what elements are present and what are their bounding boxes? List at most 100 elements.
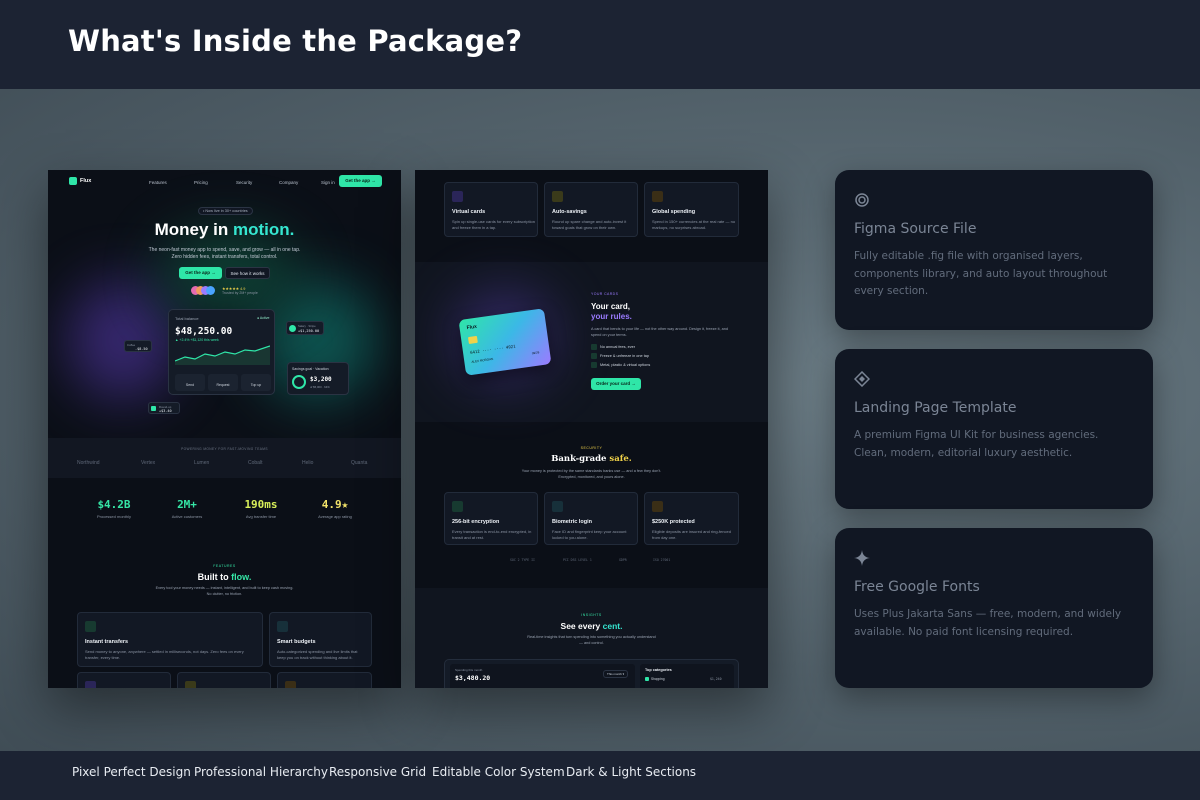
live-badge: • Now live in 30+ countries xyxy=(198,207,253,215)
card-auto-savings[interactable]: Auto-savings Round up spare change and a… xyxy=(544,182,638,237)
feature-color-system: Editable Color System xyxy=(432,765,565,779)
card-virtual-cards[interactable]: Virtual cards Spin up single-use cards f… xyxy=(444,182,538,237)
feature-bar: Pixel Perfect Design Professional Hierar… xyxy=(0,751,1200,800)
avatar-stack xyxy=(191,286,219,295)
card-protected[interactable]: $250K protected Eligible deposits are in… xyxy=(644,492,739,545)
landing-preview-sections[interactable]: Virtual cards Spin up single-use cards f… xyxy=(415,170,768,688)
clock-icon xyxy=(277,621,288,632)
balance-status: ● Active xyxy=(257,316,270,320)
card-title: Smart budgets xyxy=(277,639,316,645)
feature-hierarchy: Professional Hierarchy xyxy=(194,765,328,779)
order-card-button[interactable]: Order your card → xyxy=(591,378,641,390)
feature-pixel-perfect: Pixel Perfect Design xyxy=(72,765,191,779)
card-encryption[interactable]: 256-bit encryption Every transaction is … xyxy=(444,492,538,545)
logo-cobalt: Cobalt xyxy=(248,460,263,466)
info-title: Figma Source File xyxy=(854,221,977,237)
request-action[interactable]: Request xyxy=(208,374,238,391)
shield-icon xyxy=(652,501,663,512)
nav-pricing[interactable]: Pricing xyxy=(194,180,208,185)
header-bar: What's Inside the Package? xyxy=(0,0,1200,89)
features-sub-1: Every tool your money needs — instant, i… xyxy=(155,586,294,590)
security-sub-1: Your money is protected by the same stan… xyxy=(521,469,662,473)
card-title: Virtual cards xyxy=(452,209,486,215)
topup-action[interactable]: Top up xyxy=(241,374,271,391)
features-title: Built to flow. xyxy=(197,572,252,582)
cards-desc: A card that bends to your life — not the… xyxy=(591,327,728,337)
nav-company[interactable]: Company xyxy=(279,180,298,185)
see-how-button[interactable]: See how it works xyxy=(225,267,270,279)
lock-icon xyxy=(452,501,463,512)
balance-sparkline xyxy=(175,345,270,365)
goal-ring-icon xyxy=(292,375,306,389)
cards-section: Flux 6412 ···· ···· 4921 ALEX MORGAN 09/… xyxy=(415,262,768,422)
info-card-figma-source: Figma Source File Fully editable .fig fi… xyxy=(835,170,1153,330)
spending-value: $3,480.20 xyxy=(455,674,491,682)
features-sub-2: No clutter, no friction. xyxy=(206,592,243,596)
stat-transfer-label: Avg transfer time xyxy=(245,514,277,519)
insights-sub-1: Real-time insights that turn spending in… xyxy=(527,635,656,639)
card-desc: Face ID and fingerprint keep your accoun… xyxy=(552,529,627,540)
insights-dashboard: Spending this month $3,480.20 This month… xyxy=(444,659,739,688)
logos-strip: POWERING MONEY FOR FAST-MOVING TEAMS Nor… xyxy=(48,438,401,478)
info-desc: A premium Figma UI Kit for business agen… xyxy=(854,429,1099,459)
balance-amount: $48,250.00 xyxy=(175,326,233,337)
card-global-spending[interactable]: Global spending Spend in 150+ currencies… xyxy=(644,182,739,237)
insights-section: INSIGHTS See every cent. Real-time insig… xyxy=(415,588,768,688)
cc-name: ALEX MORGAN xyxy=(471,356,494,364)
card-title: Biometric login xyxy=(552,519,593,525)
goal-sub: of $5,000 · 64% xyxy=(310,385,330,389)
top-categories-label: Top categories xyxy=(645,668,672,672)
circle-ring-icon xyxy=(855,193,869,207)
feature-dark-light: Dark & Light Sections xyxy=(566,765,697,779)
nav-security[interactable]: Security xyxy=(236,180,252,185)
credit-card-visual: Flux 6412 ···· ···· 4921 ALEX MORGAN 09/… xyxy=(458,308,552,376)
cards-kicker: YOUR CARDS xyxy=(591,292,619,296)
stat-rating-value: 4.9★ xyxy=(321,498,349,511)
card-instant-transfers[interactable]: Instant transfers Send money to anyone, … xyxy=(77,612,263,667)
send-action[interactable]: Send xyxy=(175,374,205,391)
info-desc: Fully editable .fig file with organised … xyxy=(854,250,1108,297)
float-salary: Salary · Stripe +$1,250.00 xyxy=(286,321,324,335)
card-smart-budgets[interactable]: Smart budgets Auto-categorized spending … xyxy=(269,612,372,667)
card-desc: Eligible deposits are insured and ring-f… xyxy=(652,529,731,540)
card-biometric[interactable]: Biometric login Face ID and fingerprint … xyxy=(544,492,638,545)
info-title: Landing Page Template xyxy=(854,400,1017,416)
insights-sub-2: — and control. xyxy=(579,641,604,645)
period-dropdown[interactable]: This month ▾ xyxy=(603,670,629,678)
cc-exp: 09/29 xyxy=(531,350,540,356)
card-desc: Spend in 150+ currencies at the real rat… xyxy=(652,219,736,230)
nav-features[interactable]: Features xyxy=(149,180,167,185)
cert-pci: PCI DSS LEVEL 1 xyxy=(563,558,592,562)
check-icon xyxy=(591,344,597,350)
landing-preview-hero[interactable]: Flux Features Pricing Security Company S… xyxy=(48,170,401,688)
spending-label: Spending this month xyxy=(455,668,483,672)
logo-northwind: Northwind xyxy=(77,460,100,466)
float-roundup-value: +$3.40 xyxy=(159,409,172,413)
security-kicker: SECURITY xyxy=(580,446,603,450)
get-app-nav-button[interactable]: Get the app → xyxy=(339,175,382,187)
info-title: Free Google Fonts xyxy=(854,579,980,595)
signin-link[interactable]: Sign in xyxy=(321,180,335,185)
stat-customers-label: Active customers xyxy=(171,514,203,519)
card-desc: Every transaction is end-to-end encrypte… xyxy=(452,529,532,540)
cert-gdpr: GDPR xyxy=(619,558,627,562)
roundup-icon xyxy=(151,406,156,411)
card-desc: Round up spare change and auto-invest it… xyxy=(552,219,627,230)
card-desc: Send money to anyone, anywhere — settled… xyxy=(85,649,244,660)
float-coffee: Coffee -$8.50 xyxy=(124,340,152,352)
info-desc: Uses Plus Jakarta Sans — free, modern, a… xyxy=(854,608,1122,638)
cert-soc2: SOC 2 TYPE II xyxy=(510,558,535,562)
get-app-button[interactable]: Get the app → xyxy=(179,267,222,279)
cards-title-a: Your card, xyxy=(591,302,630,311)
stat-customers-value: 2M+ xyxy=(177,498,197,511)
card-title: Auto-savings xyxy=(552,209,587,215)
diamond-icon xyxy=(854,371,870,387)
info-card-google-fonts: Free Google Fonts Uses Plus Jakarta Sans… xyxy=(835,528,1153,688)
chip-icon xyxy=(467,335,478,345)
balance-card: Total balance ● Active $48,250.00 ▲ +2.4… xyxy=(168,309,275,395)
hero-title: Money in motion. xyxy=(154,220,295,239)
balance-label: Total balance xyxy=(175,316,199,321)
security-title: Bank-grade safe. xyxy=(551,454,632,464)
cc-number: 6412 ···· ···· 4921 xyxy=(469,343,516,355)
card-partial-2 xyxy=(177,672,271,688)
